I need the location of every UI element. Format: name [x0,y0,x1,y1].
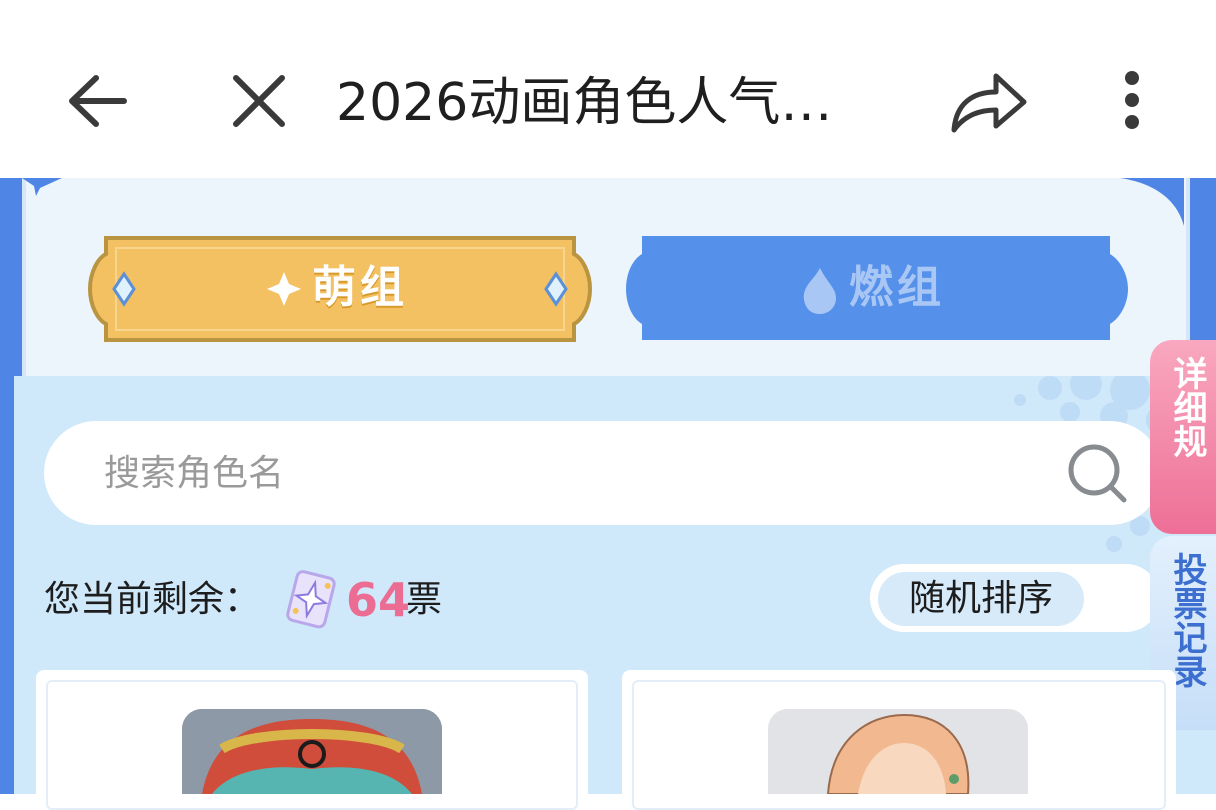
votes-remaining-label: 您当前剩余： [44,579,261,620]
more-button[interactable] [1110,68,1154,134]
tab-hot-group[interactable]: 燃组 [624,236,1130,342]
back-arrow-icon [69,75,127,127]
vote-record-side-label: 投票记录 [1167,552,1207,688]
share-icon [951,73,1027,133]
app-bar: 2026动画角色人气… [0,0,1216,178]
search-icon[interactable] [1066,442,1128,504]
search-input[interactable] [104,421,1064,525]
back-button[interactable] [62,68,134,134]
tab-cute-label: 萌组 [312,262,408,313]
search-bar[interactable] [44,421,1162,525]
share-button[interactable] [944,64,1034,140]
character-avatar [182,709,442,794]
tab-cute-group[interactable]: 萌组 [87,236,593,342]
page-title: 2026动画角色人气… [336,73,833,133]
votes-unit: 票 [406,579,443,620]
random-sort-button[interactable]: 随机排序 [878,572,1084,626]
rules-side-label: 详细规 [1167,356,1207,458]
close-icon [233,75,285,127]
frame-corner-decoration [1120,178,1184,226]
rules-side-button[interactable]: 详细规 [1150,340,1216,534]
close-button[interactable] [226,70,292,132]
frame-corner-decoration [22,178,62,196]
ticket-icon [286,570,336,629]
character-avatar [768,709,1028,794]
more-vertical-icon [1125,71,1139,129]
votes-count: 64 [346,573,411,627]
tab-hot-label: 燃组 [849,262,945,313]
